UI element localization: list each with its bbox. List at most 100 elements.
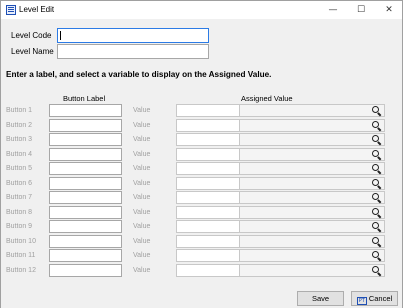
assigned-value-field[interactable] <box>176 263 385 277</box>
assigned-value-field[interactable] <box>176 104 385 117</box>
button-number-label: Button 7 <box>6 194 33 201</box>
button-number-label: Button 9 <box>6 223 33 230</box>
search-icon[interactable] <box>369 104 385 117</box>
value-label: Value <box>133 266 151 274</box>
level-name-input[interactable] <box>57 44 209 59</box>
value-label: Value <box>133 165 151 172</box>
assigned-value-field[interactable] <box>176 162 385 175</box>
magnifier-handle <box>377 141 382 146</box>
assigned-value-text <box>177 221 240 232</box>
button-number-label: Button 2 <box>6 121 33 129</box>
close-button[interactable]: ✕ <box>375 1 403 19</box>
assigned-value-field[interactable] <box>176 147 385 161</box>
assigned-value-field[interactable] <box>176 205 385 219</box>
magnifier-handle <box>377 242 382 247</box>
search-icon[interactable] <box>369 206 385 219</box>
magnifier-handle <box>377 126 382 131</box>
assigned-value-field[interactable] <box>176 249 385 262</box>
value-label: Value <box>133 237 151 245</box>
assigned-value-field[interactable] <box>176 118 385 132</box>
search-icon[interactable] <box>369 148 385 161</box>
app-icon <box>6 5 16 15</box>
button-label-input[interactable] <box>49 133 122 146</box>
magnifier-handle <box>377 228 382 233</box>
assigned-value-text <box>177 206 240 218</box>
magnifier-handle <box>377 271 382 276</box>
value-label: Value <box>133 150 151 158</box>
button-number-label: Button 11 <box>6 252 36 259</box>
button-row: Button 10 Value <box>1 234 402 249</box>
button-row: Button 9 Value <box>1 220 402 234</box>
minimize-button[interactable]: — <box>319 1 347 19</box>
search-icon[interactable] <box>369 249 385 262</box>
search-icon[interactable] <box>369 162 385 175</box>
maximize-button[interactable]: ☐ <box>347 1 375 19</box>
button-label-input[interactable] <box>49 104 122 117</box>
search-icon[interactable] <box>369 264 385 277</box>
button-label-input[interactable] <box>49 249 122 262</box>
button-row: Button 5 Value <box>1 162 402 176</box>
text-caret <box>60 31 61 40</box>
button-number-label: Button 8 <box>6 208 33 216</box>
assigned-value-field[interactable] <box>176 220 385 233</box>
button-row: Button 1 Value <box>1 104 402 118</box>
level-edit-window: Level Edit — ☐ ✕ Level Code Level Name E… <box>0 0 403 308</box>
button-row: Button 8 Value <box>1 205 402 220</box>
cancel-button-label: Cancel <box>368 294 393 303</box>
value-label: Value <box>133 121 151 129</box>
instruction-text: Enter a label, and select a variable to … <box>6 70 272 79</box>
assigned-value-column-header: Assigned Value <box>241 94 293 103</box>
button-label-input[interactable] <box>49 176 122 190</box>
button-label-input[interactable] <box>49 220 122 233</box>
assigned-value-text <box>177 163 240 174</box>
assigned-value-field[interactable] <box>176 234 385 248</box>
button-number-label: Button 12 <box>6 266 36 274</box>
search-icon[interactable] <box>369 119 385 132</box>
search-icon[interactable] <box>369 133 385 146</box>
value-label: Value <box>133 136 151 143</box>
button-row: Button 3 Value <box>1 133 402 147</box>
button-row: Button 6 Value <box>1 176 402 191</box>
button-row: Button 2 Value <box>1 118 402 133</box>
search-icon[interactable] <box>369 191 385 204</box>
search-icon[interactable] <box>369 177 385 190</box>
button-label-input[interactable] <box>49 147 122 161</box>
window-title: Level Edit <box>19 5 55 14</box>
button-label-column-header: Button Label <box>63 94 106 103</box>
search-icon[interactable] <box>369 220 385 233</box>
button-row: Button 7 Value <box>1 191 402 205</box>
dialog-content: Level Code Level Name Enter a label, and… <box>1 19 402 308</box>
assigned-value-text <box>177 119 240 131</box>
cancel-icon: PT <box>356 297 367 305</box>
assigned-value-field[interactable] <box>176 176 385 190</box>
magnifier-handle <box>377 112 382 117</box>
assigned-value-field[interactable] <box>176 191 385 204</box>
title-bar: Level Edit — ☐ ✕ <box>1 1 402 19</box>
button-label-input[interactable] <box>49 263 122 277</box>
value-label: Value <box>133 252 151 259</box>
cancel-button[interactable]: PT Cancel <box>351 291 398 306</box>
value-label: Value <box>133 107 151 114</box>
button-label-input[interactable] <box>49 118 122 132</box>
button-number-label: Button 1 <box>6 107 33 114</box>
value-label: Value <box>133 194 151 201</box>
assigned-value-text <box>177 264 240 276</box>
magnifier-handle <box>377 184 382 189</box>
assigned-value-text <box>177 134 240 145</box>
button-number-label: Button 5 <box>6 165 33 172</box>
magnifier-handle <box>377 199 382 204</box>
search-icon[interactable] <box>369 235 385 248</box>
save-button[interactable]: Save <box>297 291 344 306</box>
assigned-value-text <box>177 148 240 160</box>
button-label-input[interactable] <box>49 234 122 248</box>
assigned-value-text <box>177 235 240 247</box>
button-label-input[interactable] <box>49 205 122 219</box>
assigned-value-field[interactable] <box>176 133 385 146</box>
level-code-label: Level Code <box>11 31 52 40</box>
button-label-input[interactable] <box>49 191 122 204</box>
button-label-input[interactable] <box>49 162 122 175</box>
magnifier-handle <box>377 213 382 218</box>
button-row: Button 11 Value <box>1 249 402 263</box>
level-code-input[interactable] <box>57 28 209 43</box>
button-number-label: Button 6 <box>6 179 33 187</box>
